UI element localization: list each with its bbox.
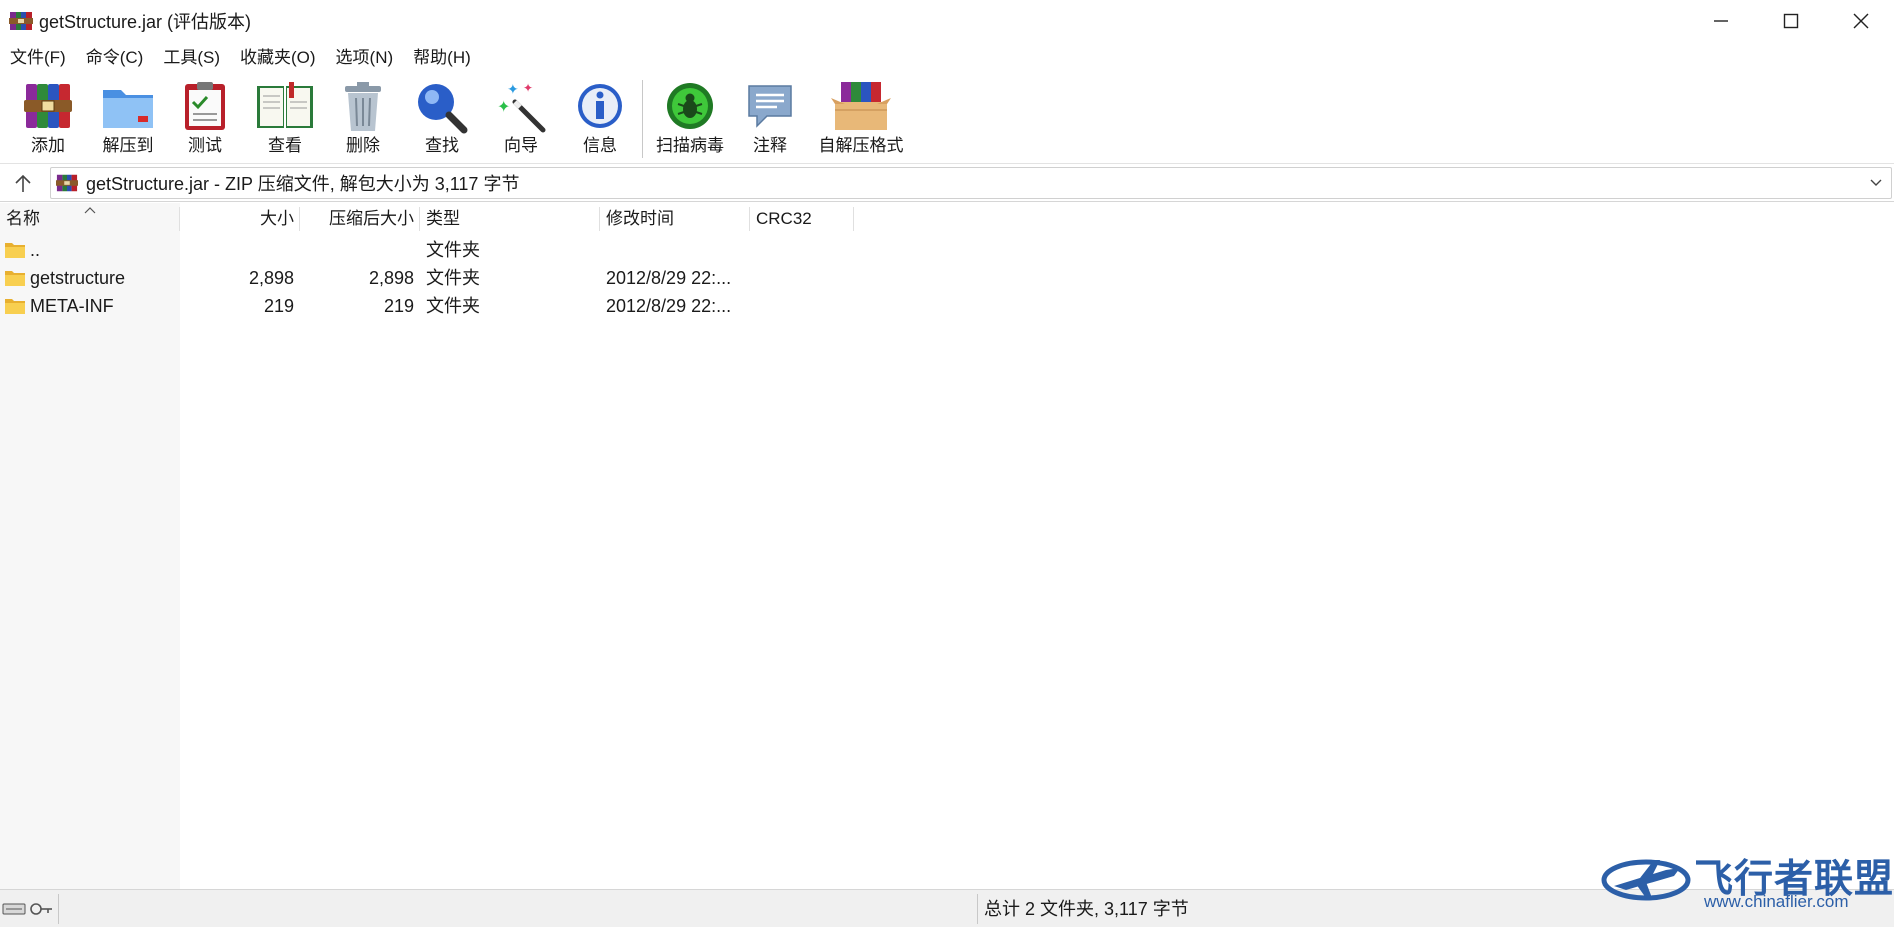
extract-to-button[interactable]: 解压到 [88,74,168,164]
add-button[interactable]: 添加 [10,74,86,164]
table-row[interactable]: getstructure 2,898 2,898 文件夹 2012/8/29 2… [0,264,900,292]
column-separator[interactable] [749,207,750,231]
view-book-icon [257,82,313,128]
column-header-type[interactable]: 类型 [426,203,460,235]
row-packed: 219 [383,296,414,316]
sfx-box-icon [831,82,891,130]
row-packed: 2,898 [368,268,414,288]
table-row[interactable]: META-INF 219 219 文件夹 2012/8/29 22:... [0,292,900,320]
maximize-button[interactable] [1756,0,1826,42]
minimize-icon [1714,20,1728,22]
archive-icon [56,174,78,192]
svg-text:✦: ✦ [497,99,510,116]
comment-button[interactable]: 注释 [733,74,807,164]
row-type: 文件夹 [426,240,480,260]
delete-button[interactable]: 删除 [326,74,400,164]
watermark-logo-icon [1601,859,1691,901]
row-type: 文件夹 [426,268,480,288]
menu-commands[interactable]: 命令(C) [76,42,154,74]
svg-text:✦: ✦ [507,81,519,97]
up-arrow-icon[interactable] [10,172,36,196]
drive-key-icon[interactable] [2,900,54,918]
view-label: 查看 [268,136,302,155]
test-button[interactable]: 测试 [168,74,242,164]
row-size: 219 [263,296,294,316]
file-list: 名称 大小 压缩后大小 类型 修改时间 CRC32 .. 文件夹 getstru… [0,203,1894,889]
view-button[interactable]: 查看 [248,74,322,164]
sfx-button[interactable]: 自解压格式 [808,74,914,164]
menu-help[interactable]: 帮助(H) [403,42,481,74]
row-size [180,236,294,264]
winrar-app-icon [9,12,33,30]
folder-icon [5,271,25,286]
menu-options[interactable]: 选项(N) [326,42,404,74]
status-separator [977,894,978,924]
delete-label: 删除 [346,136,380,155]
column-header-packed[interactable]: 压缩后大小 [300,203,414,235]
address-bar: getStructure.jar - ZIP 压缩文件, 解包大小为 3,117… [0,164,1894,202]
info-icon [578,84,622,128]
wizard-label: 向导 [504,136,538,155]
path-text: getStructure.jar - ZIP 压缩文件, 解包大小为 3,117… [86,174,520,194]
column-separator[interactable] [599,207,600,231]
maximize-icon [1783,13,1799,29]
toolbar-separator [642,80,643,158]
extract-folder-icon [103,90,153,128]
info-button[interactable]: 信息 [562,74,638,164]
test-clipboard-icon [185,82,225,130]
close-icon [1853,13,1869,29]
status-separator [58,894,59,924]
svg-text:✦: ✦ [523,81,533,95]
title-bar: getStructure.jar (评估版本) [0,0,1894,42]
watermark-url: www.chinaflier.com [1704,892,1849,911]
sort-ascending-icon [84,207,96,214]
menu-favorites[interactable]: 收藏夹(O) [230,42,326,74]
window-title: getStructure.jar (评估版本) [39,12,252,32]
watermark: 飞行者联盟 www.chinaflier.com [1596,848,1893,914]
close-button[interactable] [1826,0,1894,42]
column-header-crc32[interactable]: CRC32 [756,203,812,235]
comment-label: 注释 [753,136,787,155]
menu-file[interactable]: 文件(F) [0,42,76,74]
trash-can-icon [345,82,381,131]
magnifier-icon [418,84,468,134]
row-name: META-INF [30,296,114,316]
column-header-size[interactable]: 大小 [180,203,294,235]
column-separator[interactable] [419,207,420,231]
column-separator[interactable] [853,207,854,231]
row-name: .. [30,240,41,260]
table-row[interactable]: .. 文件夹 [0,236,900,264]
row-modified: 2012/8/29 22:... [606,268,732,288]
row-packed [300,236,414,264]
extract-to-label: 解压到 [102,136,154,155]
column-header-name[interactable]: 名称 [6,203,40,235]
virus-scan-label: 扫描病毒 [656,136,724,155]
menu-bar: 文件(F) 命令(C) 工具(S) 收藏夹(O) 选项(N) 帮助(H) [0,42,1894,74]
find-button[interactable]: 查找 [405,74,479,164]
path-field[interactable]: getStructure.jar - ZIP 压缩文件, 解包大小为 3,117… [50,167,1892,199]
status-summary: 总计 2 文件夹, 3,117 字节 [984,899,1189,919]
add-label: 添加 [31,136,65,155]
folder-icon [5,299,25,314]
test-label: 测试 [188,136,222,155]
row-name: getstructure [30,268,126,288]
sfx-label: 自解压格式 [818,136,904,155]
toolbar: 添加 解压到 测试 查看 删除 查找 ✦ ✦ ✦ 向导 信息 扫描病毒 注释 自… [0,74,1894,164]
row-type: 文件夹 [426,296,480,316]
virus-scan-button[interactable]: 扫描病毒 [650,74,730,164]
minimize-button[interactable] [1686,0,1756,42]
wizard-button[interactable]: ✦ ✦ ✦ 向导 [484,74,558,164]
folder-icon [5,243,25,258]
find-label: 查找 [425,136,459,155]
chevron-down-icon[interactable] [1869,177,1883,189]
row-size: 2,898 [248,268,294,288]
virus-scan-icon [667,83,713,129]
row-modified: 2012/8/29 22:... [606,296,732,316]
magic-wand-icon: ✦ ✦ ✦ [497,81,546,133]
add-archive-icon [24,84,72,128]
info-label: 信息 [583,136,617,155]
menu-tools[interactable]: 工具(S) [153,42,230,74]
column-header-modified[interactable]: 修改时间 [606,203,674,235]
comment-icon [748,85,792,128]
